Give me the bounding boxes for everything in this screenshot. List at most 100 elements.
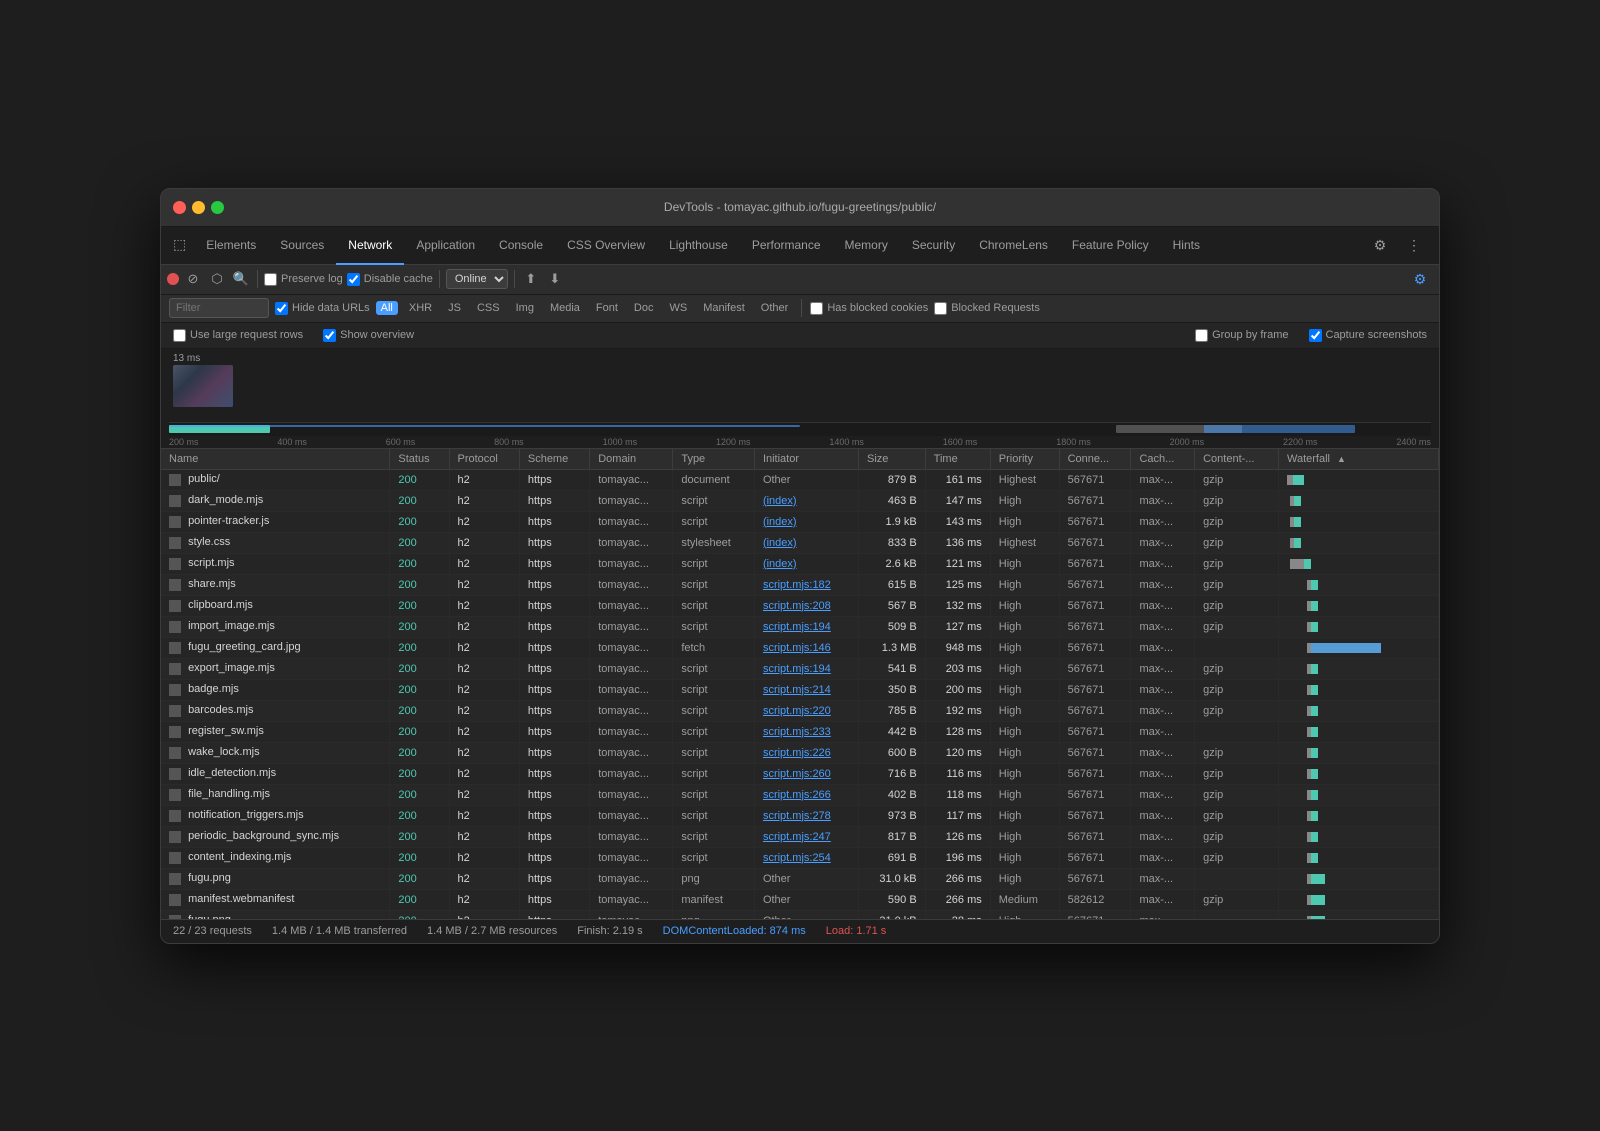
file-name[interactable]: fugu.png [188,914,231,918]
col-name[interactable]: Name [161,449,390,470]
has-blocked-cookies-checkbox[interactable]: Has blocked cookies [810,302,928,315]
filter-tag-manifest[interactable]: Manifest [698,301,750,315]
file-name[interactable]: pointer-tracker.js [188,515,269,527]
minimize-button[interactable] [192,201,205,214]
initiator-link[interactable]: (index) [763,558,797,570]
hide-data-urls-input[interactable] [275,302,288,315]
initiator-link[interactable]: script.mjs:220 [763,705,831,717]
filter-tag-ws[interactable]: WS [664,301,692,315]
tab-feature-policy[interactable]: Feature Policy [1060,227,1161,265]
table-row[interactable]: register_sw.mjs 200 h2 https tomayac... … [161,721,1439,742]
tab-cursor-icon[interactable]: ⬚ [165,227,194,265]
tab-network[interactable]: Network [336,227,404,265]
file-name[interactable]: periodic_background_sync.mjs [188,830,339,842]
initiator-link[interactable]: script.mjs:254 [763,852,831,864]
filter-tag-xhr[interactable]: XHR [404,301,437,315]
import-button[interactable]: ⬆ [521,269,541,289]
table-row[interactable]: content_indexing.mjs 200 h2 https tomaya… [161,847,1439,868]
file-name[interactable]: style.css [188,536,230,548]
tab-console[interactable]: Console [487,227,555,265]
col-size[interactable]: Size [859,449,926,470]
table-row[interactable]: manifest.webmanifest 200 h2 https tomaya… [161,889,1439,910]
filter-tag-font[interactable]: Font [591,301,623,315]
initiator-link[interactable]: script.mjs:208 [763,600,831,612]
network-table-container[interactable]: Name Status Protocol Scheme Domain Type … [161,449,1439,919]
initiator-link[interactable]: (index) [763,537,797,549]
file-name[interactable]: fugu_greeting_card.jpg [188,641,301,653]
table-row[interactable]: file_handling.mjs 200 h2 https tomayac..… [161,784,1439,805]
file-name[interactable]: badge.mjs [188,683,239,695]
file-name[interactable]: barcodes.mjs [188,704,253,716]
file-name[interactable]: fugu.png [188,872,231,884]
close-button[interactable] [173,201,186,214]
has-blocked-cookies-input[interactable] [810,302,823,315]
show-overview-input[interactable] [323,329,336,342]
initiator-link[interactable]: script.mjs:146 [763,642,831,654]
table-row[interactable]: script.mjs 200 h2 https tomayac... scrip… [161,553,1439,574]
clear-button[interactable]: ⊘ [183,269,203,289]
export-button[interactable]: ⬇ [545,269,565,289]
table-row[interactable]: fugu.png 200 h2 https tomayac... png Oth… [161,868,1439,889]
screenshot-thumbnail[interactable] [173,365,233,407]
file-name[interactable]: manifest.webmanifest [188,893,294,905]
filter-tag-js[interactable]: JS [443,301,466,315]
col-content[interactable]: Content-... [1195,449,1279,470]
tab-hints[interactable]: Hints [1161,227,1212,265]
throttle-select[interactable]: Online [446,269,508,289]
filter-icon[interactable]: ⬡ [207,269,227,289]
file-name[interactable]: import_image.mjs [188,620,275,632]
table-row[interactable]: style.css 200 h2 https tomayac... styles… [161,532,1439,553]
filter-tag-all[interactable]: All [376,301,398,315]
more-options-icon[interactable]: ⋮ [1401,232,1427,258]
show-overview-checkbox[interactable]: Show overview [323,329,414,342]
table-row[interactable]: wake_lock.mjs 200 h2 https tomayac... sc… [161,742,1439,763]
filter-input[interactable] [169,298,269,318]
disable-cache-checkbox[interactable]: Disable cache [347,273,433,286]
file-name[interactable]: wake_lock.mjs [188,746,260,758]
table-row[interactable]: fugu_greeting_card.jpg 200 h2 https toma… [161,637,1439,658]
table-row[interactable]: fugu.png 200 h2 https tomayac... png Oth… [161,910,1439,919]
tab-performance[interactable]: Performance [740,227,833,265]
large-rows-checkbox[interactable]: Use large request rows [173,329,303,342]
file-name[interactable]: script.mjs [188,557,234,569]
filter-tag-img[interactable]: Img [511,301,539,315]
initiator-link[interactable]: script.mjs:226 [763,747,831,759]
col-time[interactable]: Time [925,449,990,470]
initiator-link[interactable]: script.mjs:194 [763,663,831,675]
table-row[interactable]: idle_detection.mjs 200 h2 https tomayac.… [161,763,1439,784]
file-name[interactable]: share.mjs [188,578,236,590]
table-row[interactable]: export_image.mjs 200 h2 https tomayac...… [161,658,1439,679]
tab-application[interactable]: Application [404,227,487,265]
table-row[interactable]: import_image.mjs 200 h2 https tomayac...… [161,616,1439,637]
file-name[interactable]: content_indexing.mjs [188,851,291,863]
group-by-frame-input[interactable] [1195,329,1208,342]
col-priority[interactable]: Priority [990,449,1059,470]
file-name[interactable]: clipboard.mjs [188,599,253,611]
tab-memory[interactable]: Memory [833,227,900,265]
tab-elements[interactable]: Elements [194,227,268,265]
file-name[interactable]: export_image.mjs [188,662,275,674]
initiator-link[interactable]: script.mjs:278 [763,810,831,822]
blocked-requests-checkbox[interactable]: Blocked Requests [934,302,1040,315]
table-row[interactable]: badge.mjs 200 h2 https tomayac... script… [161,679,1439,700]
capture-screenshots-input[interactable] [1309,329,1322,342]
col-initiator[interactable]: Initiator [754,449,858,470]
table-row[interactable]: public/ 200 h2 https tomayac... document… [161,469,1439,490]
col-protocol[interactable]: Protocol [449,449,519,470]
col-domain[interactable]: Domain [590,449,673,470]
search-button[interactable]: 🔍 [231,269,251,289]
record-button[interactable] [167,273,179,285]
col-status[interactable]: Status [390,449,449,470]
filter-tag-media[interactable]: Media [545,301,585,315]
blocked-requests-input[interactable] [934,302,947,315]
file-name[interactable]: notification_triggers.mjs [188,809,304,821]
group-by-frame-checkbox[interactable]: Group by frame [1195,329,1288,342]
table-row[interactable]: pointer-tracker.js 200 h2 https tomayac.… [161,511,1439,532]
large-rows-input[interactable] [173,329,186,342]
initiator-link[interactable]: (index) [763,516,797,528]
file-name[interactable]: file_handling.mjs [188,788,270,800]
table-row[interactable]: periodic_background_sync.mjs 200 h2 http… [161,826,1439,847]
file-name[interactable]: idle_detection.mjs [188,767,276,779]
initiator-link[interactable]: (index) [763,495,797,507]
file-name[interactable]: dark_mode.mjs [188,494,263,506]
